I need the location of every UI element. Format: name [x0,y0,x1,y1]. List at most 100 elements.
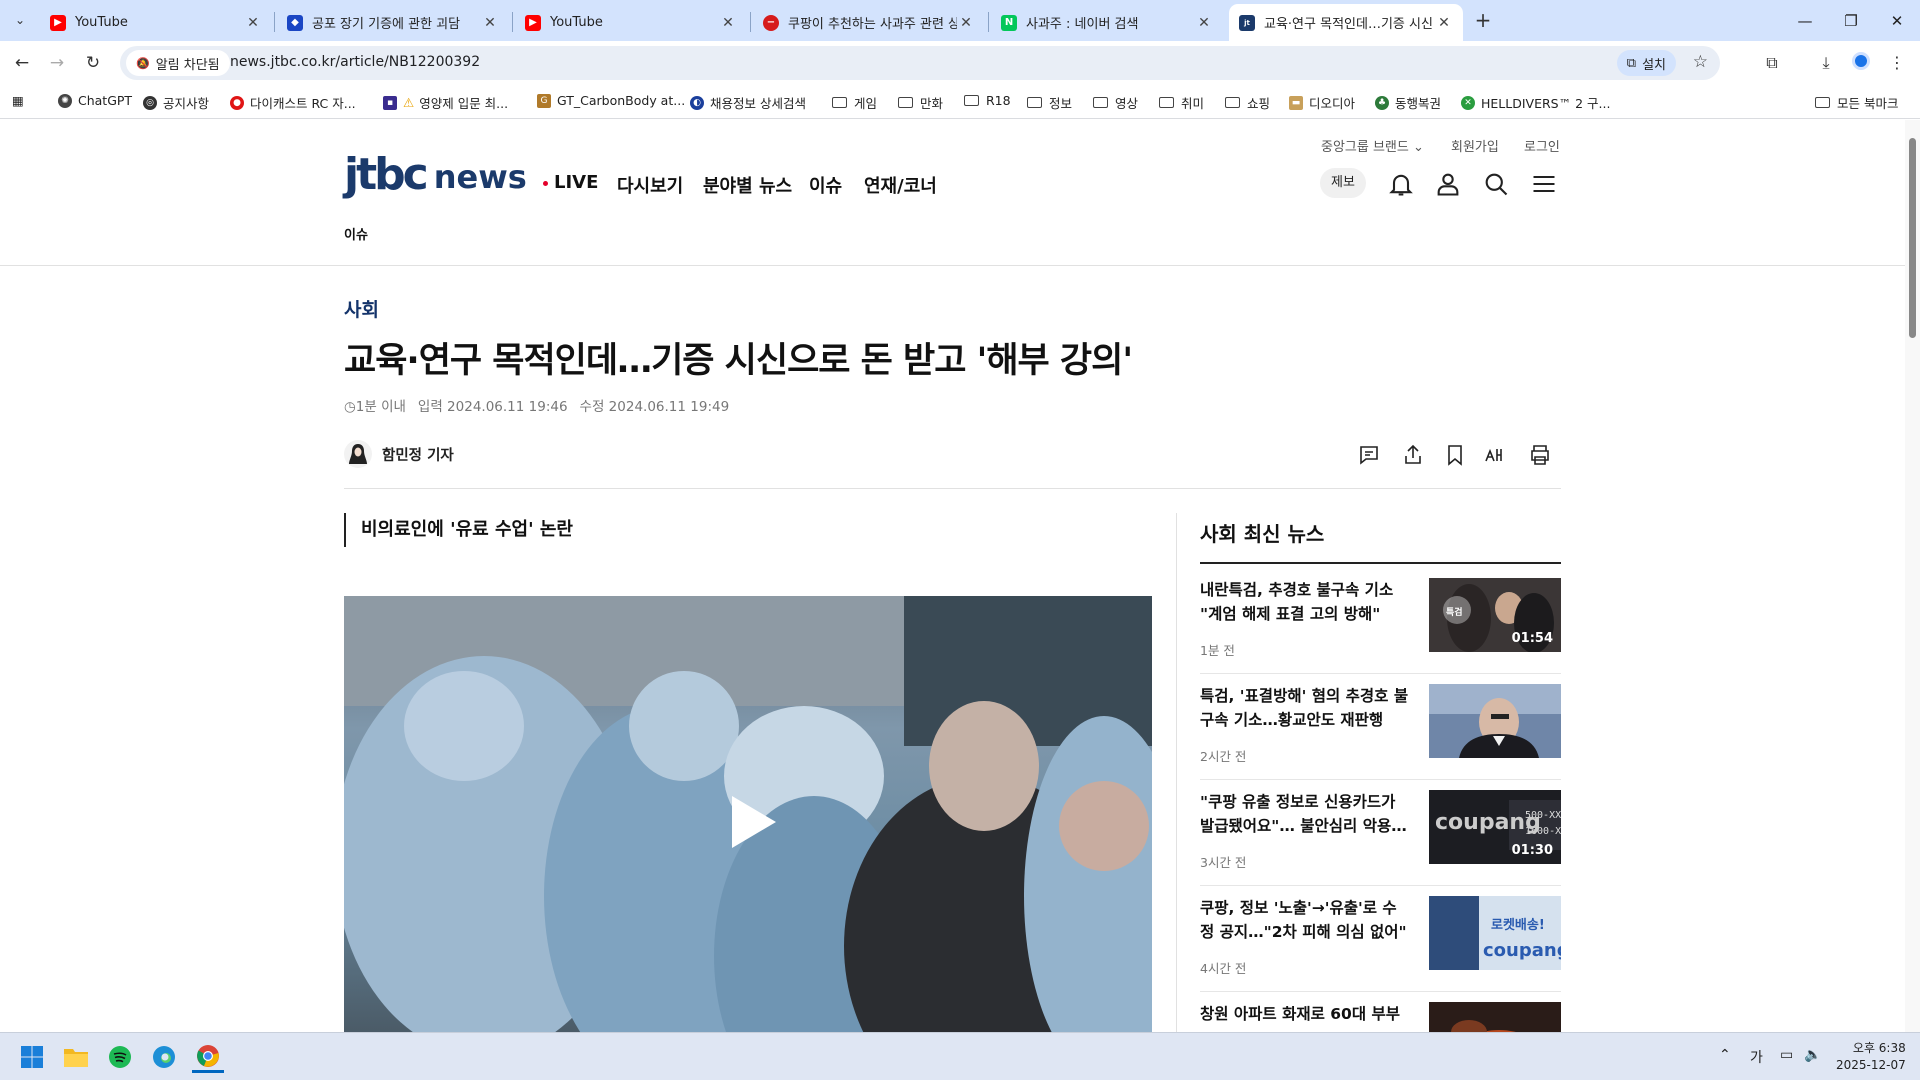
page-scrollbar[interactable] [1905,120,1920,1032]
play-icon[interactable] [732,796,776,848]
minimize-button[interactable]: — [1782,0,1828,41]
tab-search-button[interactable]: ⌄ [8,8,32,32]
tray-overflow-icon[interactable]: ⌃ [1719,1047,1731,1063]
search-icon[interactable] [1482,170,1510,198]
bookmark-item[interactable]: ● 다이캐스트 RC 자... [230,93,356,112]
bookmark-folder[interactable]: 게임 [832,93,877,112]
font-size-icon[interactable] [1484,443,1508,467]
signup-link[interactable]: 회원가입 [1451,136,1499,155]
comment-icon[interactable] [1357,443,1381,467]
bookmark-folder[interactable]: R18 [964,93,1011,108]
back-arrow-icon: ← [14,53,30,73]
header-divider [0,265,1905,266]
apps-grid-icon[interactable]: ▦ [12,93,24,108]
bell-off-icon: 🔕 [136,56,150,70]
close-window-button[interactable]: ✕ [1874,0,1920,41]
published-date: 입력 2024.06.11 19:46 [417,399,568,415]
download-icon[interactable]: ⤓ [1815,52,1837,74]
nav-series[interactable]: 연재/코너 [864,172,937,198]
video-player[interactable] [344,596,1152,1032]
close-tab-icon[interactable]: ✕ [957,15,975,31]
bookmark-folder[interactable]: 쇼핑 [1225,93,1270,112]
nav-replay[interactable]: 다시보기 [617,172,683,198]
bookmark-item[interactable]: ♣ 동행복권 [1375,93,1441,112]
news-thumbnail: 특검 01:54 [1429,578,1561,652]
tab-separator [274,12,275,32]
group-brand-dropdown[interactable]: 중앙그룹 브랜드 ⌄ [1321,136,1424,155]
browser-tab[interactable]: − 쿠팡이 추천하는 사과주 관련 상 ✕ [753,4,985,41]
address-bar[interactable]: 🔕 알림 차단됨 news.jtbc.co.kr/article/NB12200… [120,46,1720,80]
nav-issue[interactable]: 이슈 [809,172,842,198]
read-time: ◷1분 이내 [344,399,406,415]
xbox-icon: ✕ [1461,95,1475,110]
nav-category-news[interactable]: 분야별 뉴스 [703,172,792,198]
volume-icon[interactable]: 🔈 [1804,1047,1821,1063]
taskbar-clock[interactable]: 오후 6:38 2025-12-07 [1836,1040,1906,1074]
extensions-icon[interactable]: ⧉ [1761,52,1783,74]
ime-indicator[interactable]: 가 [1750,1047,1763,1067]
back-button[interactable]: ← [10,51,34,75]
nav-live[interactable]: LIVE [543,172,598,193]
bookmark-item[interactable]: ▬ 디오디아 [1289,93,1355,112]
news-separator [1200,779,1561,780]
bookmark-item[interactable]: ✺ ChatGPT [58,93,132,108]
bookmark-item[interactable]: ✕ HELLDIVERS™ 2 구... [1461,93,1610,112]
network-icon[interactable]: ▭ [1780,1047,1793,1063]
bookmark-folder[interactable]: 영상 [1093,93,1138,112]
windows-icon [21,1046,43,1068]
bookmark-star-icon[interactable]: ☆ [1693,52,1708,72]
bookmark-item[interactable]: ◐ 채용정보 상세검색 [690,93,806,112]
print-icon[interactable] [1528,443,1552,467]
article-subheading: 비의료인에 '유료 수업' 논란 [344,513,573,547]
bookmark-folder[interactable]: 만화 [898,93,943,112]
close-tab-icon[interactable]: ✕ [1435,15,1453,31]
site-info-chip[interactable]: 🔕 알림 차단됨 [126,50,230,76]
jtbc-news-logo[interactable]: jtbc news [344,153,527,197]
browser-tab[interactable]: ▶ YouTube ✕ [40,4,272,41]
chrome-button[interactable] [192,1041,224,1073]
subnav-issue[interactable]: 이슈 [344,224,368,243]
forward-arrow-icon: → [49,53,65,73]
close-tab-icon[interactable]: ✕ [481,15,499,31]
reload-icon: ↻ [85,53,101,73]
reload-button[interactable]: ↻ [81,51,105,75]
report-button[interactable]: 제보 [1320,168,1366,198]
hamburger-menu-icon[interactable] [1530,170,1558,198]
scrollbar-thumb[interactable] [1909,138,1916,338]
close-tab-icon[interactable]: ✕ [244,15,262,31]
browser-tab[interactable]: ◆ 공포 장기 기증에 관한 괴담 ✕ [277,4,509,41]
share-icon[interactable] [1401,443,1425,467]
install-app-button[interactable]: ⧉ 설치 [1616,50,1676,76]
new-tab-button[interactable]: + [1470,8,1496,34]
browser-tab[interactable]: ▶ YouTube ✕ [515,4,747,41]
start-button[interactable] [16,1041,48,1073]
bell-icon[interactable] [1387,170,1415,198]
forward-button[interactable]: → [45,51,69,75]
close-tab-icon[interactable]: ✕ [719,15,737,31]
bookmark-folder[interactable]: 정보 [1027,93,1072,112]
bookmark-folder[interactable]: 취미 [1159,93,1204,112]
bookmark-item[interactable]: ▪ ⚠ 영양제 입문 최... [383,93,508,112]
user-icon[interactable] [1434,170,1462,198]
file-explorer-button[interactable] [60,1041,92,1073]
reporter-byline[interactable]: 함민정 기자 [344,440,454,468]
bookmark-item[interactable]: ◎ 공지사항 [143,93,209,112]
article-section-label[interactable]: 사회 [344,295,379,322]
live-dot-icon [543,180,548,186]
browser-tab-active[interactable]: jt 교육·연구 목적인데…기증 시신 ✕ [1229,4,1463,41]
news-thumbnail [1429,684,1561,758]
bookmark-icon[interactable] [1443,443,1467,467]
restore-button[interactable]: ❐ [1828,0,1874,41]
spotify-button[interactable] [104,1041,136,1073]
profile-icon[interactable] [1850,52,1872,74]
menu-dots-icon[interactable]: ⋮ [1886,52,1908,74]
edge-button[interactable] [148,1041,180,1073]
close-tab-icon[interactable]: ✕ [1195,15,1213,31]
browser-tab[interactable]: N 사과주 : 네이버 검색 ✕ [991,4,1223,41]
bookmark-item[interactable]: G GT_CarbonBody at... [537,93,685,108]
url-text[interactable]: news.jtbc.co.kr/article/NB12200392 [230,54,480,70]
all-bookmarks-folder[interactable]: 모든 북마크 [1815,93,1898,112]
login-link[interactable]: 로그인 [1524,136,1560,155]
folder-icon [1093,97,1108,108]
thumb-brand-text: coupang [1435,810,1541,835]
